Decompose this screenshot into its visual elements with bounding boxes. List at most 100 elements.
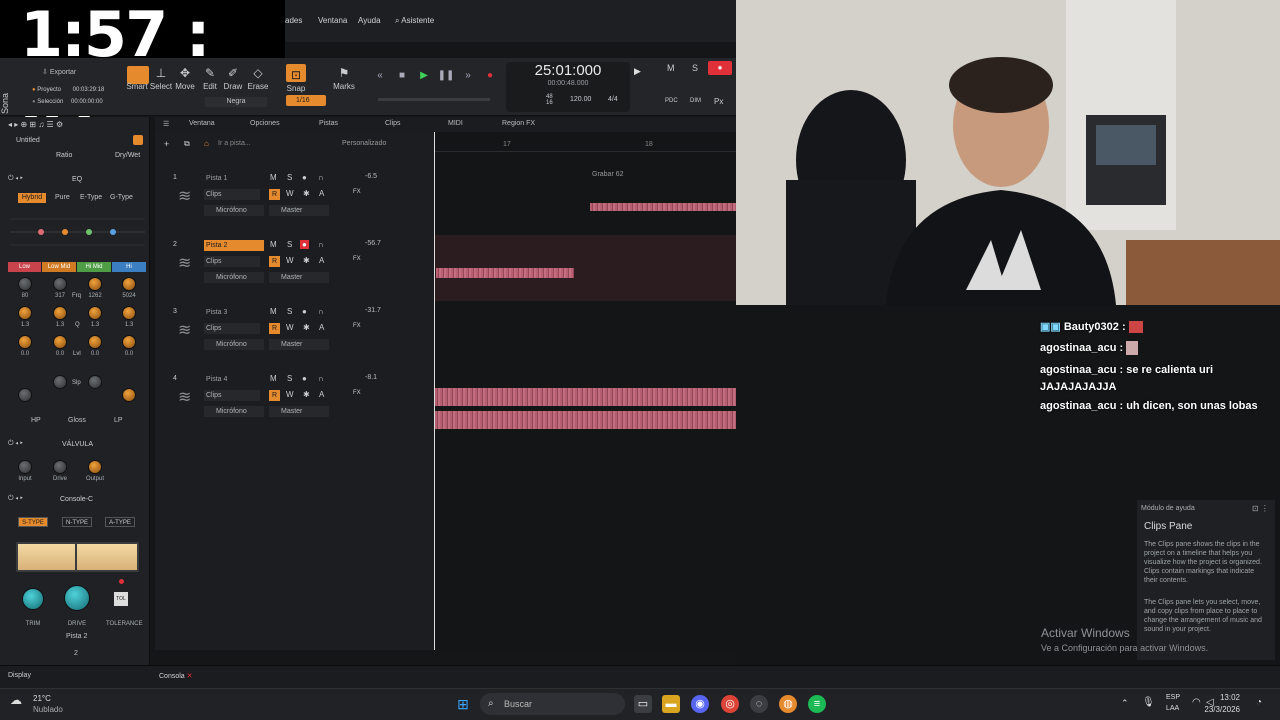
fx-button[interactable]: FX [353, 256, 361, 262]
tool-draw[interactable]: ✐ Draw [221, 64, 245, 91]
mute-button[interactable]: M [270, 307, 277, 316]
record-arm-button[interactable]: ● [300, 240, 309, 249]
track-row-4[interactable]: 4 Pista 4 M S ● ∩ -8.1 ≋ Clips R W ✱ A F… [160, 371, 420, 437]
record-button[interactable]: ● [481, 68, 499, 84]
eq-mode-etype[interactable]: E-Type [80, 194, 102, 201]
views-menu-regionfx[interactable]: Region FX [502, 120, 535, 127]
track-row-3[interactable]: 3 Pista 3 M S ● ∩ -31.7 ≋ Clips R W ✱ A … [160, 304, 420, 370]
mute-all-button[interactable]: M [667, 63, 675, 73]
archive-button[interactable]: A [319, 189, 324, 198]
tolerance-button[interactable]: TOL [114, 592, 128, 606]
mute-button[interactable]: M [270, 374, 277, 383]
rewind-button[interactable]: « [371, 68, 389, 84]
valvula-output-knob[interactable] [88, 460, 102, 474]
output-select[interactable]: Master [269, 339, 329, 350]
weather-icon[interactable]: ☁ [10, 693, 22, 707]
console-close-icon[interactable]: ✕ [187, 673, 193, 680]
output-select[interactable]: Master [269, 406, 329, 417]
fast-forward-button[interactable]: » [459, 68, 477, 84]
himid-lvl-knob[interactable] [88, 335, 102, 349]
menu-item-ades[interactable]: ades [285, 16, 302, 25]
timeline-ruler[interactable] [435, 138, 736, 152]
help-close-icon[interactable]: ⊡ ⋮ [1252, 504, 1269, 513]
weather-temp[interactable]: 21°C [33, 694, 51, 703]
clips-select[interactable]: Clips [204, 256, 260, 267]
add-track-icon[interactable]: + [164, 139, 169, 149]
mute-button[interactable]: M [270, 240, 277, 249]
px-button[interactable]: Px [714, 97, 723, 106]
language-2[interactable]: LAA [1166, 705, 1179, 712]
band-lowmid[interactable]: Low Mid [42, 262, 76, 272]
hi-slope-knob[interactable] [88, 375, 102, 389]
eq-mode-gtype[interactable]: G-Type [110, 194, 133, 201]
fx-button[interactable]: FX [353, 189, 361, 195]
note-value-select[interactable]: Negra [205, 97, 267, 107]
eq-node-lowmid[interactable] [62, 229, 68, 235]
task-view-icon[interactable]: ▭ [634, 695, 652, 713]
discord-icon[interactable]: ◉ [691, 695, 709, 713]
drive-knob[interactable] [64, 585, 90, 611]
tray-chevron-icon[interactable]: ⌃ [1121, 698, 1129, 709]
input-select[interactable]: Micrófono [204, 272, 264, 283]
write-automation-button[interactable]: W [286, 323, 294, 332]
write-automation-button[interactable]: W [286, 189, 294, 198]
record-arm-all-button[interactable]: ● [708, 61, 732, 75]
play-small-icon[interactable]: ▶ [634, 66, 641, 77]
clip-waveform-track-2[interactable] [436, 268, 574, 278]
band-low[interactable]: Low [8, 262, 41, 272]
monitor-icon[interactable]: ∩ [318, 374, 324, 383]
trim-knob[interactable] [22, 588, 44, 610]
lp-knob[interactable] [122, 388, 136, 402]
file-explorer-icon[interactable]: ▬ [662, 695, 680, 713]
notification-icon[interactable]: ◔ [1256, 697, 1262, 708]
valvula-drive-knob[interactable] [53, 460, 67, 474]
console-s-type[interactable]: S-TYPE [18, 517, 48, 527]
track-name[interactable]: Pista 1 [204, 173, 264, 184]
band-himid[interactable]: Hi Mid [77, 262, 111, 272]
tool-edit[interactable]: ✎ Edit [198, 64, 222, 91]
input-select[interactable]: Micrófono [204, 339, 264, 350]
track-preset-select[interactable]: Personalizado [342, 140, 386, 147]
lowmid-q-knob[interactable] [53, 306, 67, 320]
solo-button[interactable]: S [287, 307, 292, 316]
write-automation-button[interactable]: W [286, 256, 294, 265]
tool-move[interactable]: ✥ Move [173, 64, 197, 91]
gloss-label[interactable]: Gloss [68, 417, 86, 424]
chrome-icon[interactable]: ◎ [721, 695, 739, 713]
snap-value-button[interactable]: 1/16 [286, 95, 326, 106]
taskbar-search[interactable] [480, 693, 625, 715]
freeze-icon[interactable]: ✱ [303, 390, 310, 399]
language-1[interactable]: ESP [1166, 694, 1180, 701]
menu-item-ventana[interactable]: Ventana [318, 16, 347, 25]
output-select[interactable]: Master [269, 272, 329, 283]
playhead[interactable] [434, 132, 435, 650]
low-q-knob[interactable] [18, 306, 32, 320]
freeze-icon[interactable]: ✱ [303, 323, 310, 332]
views-menu-pistas[interactable]: Pistas [319, 120, 338, 127]
fx-button[interactable]: FX [353, 390, 361, 396]
duplicate-track-icon[interactable]: ⧉ [184, 139, 190, 149]
lowmid-freq-knob[interactable] [53, 277, 67, 291]
views-menu-opciones[interactable]: Opciones [250, 120, 280, 127]
solo-all-button[interactable]: S [692, 63, 698, 73]
track-name[interactable]: Pista 4 [204, 374, 264, 385]
export-button[interactable]: ⇩ Exportar [42, 68, 76, 76]
solo-button[interactable]: S [287, 374, 292, 383]
views-menu-ventana[interactable]: Ventana [189, 120, 215, 127]
cakewalk-icon[interactable]: ◍ [779, 695, 797, 713]
views-menu-clips[interactable]: Clips [385, 120, 401, 127]
lp-label[interactable]: LP [114, 417, 123, 424]
loop-slider[interactable] [378, 98, 490, 101]
track-row-1[interactable]: 1 Pista 1 M S ● ∩ -6.5 ≋ Clips R W ✱ A F… [160, 170, 420, 236]
monitor-icon[interactable]: ∩ [318, 173, 324, 182]
views-menu-midi[interactable]: MIDI [448, 120, 463, 127]
goto-track-input[interactable]: Ir a pista... [218, 140, 251, 147]
tempo-value[interactable]: 120.00 [570, 96, 591, 103]
tool-smart[interactable]: ↖ Smart [125, 64, 149, 91]
play-button[interactable]: ▶ [415, 68, 433, 84]
microphone-icon[interactable]: 🎙 [1142, 697, 1155, 708]
track-name[interactable]: Pista 3 [204, 307, 264, 318]
track-row-2[interactable]: 2 Pista 2 M S ● ∩ -56.7 ≋ Clips R W ✱ A … [160, 237, 420, 303]
clips-select[interactable]: Clips [204, 390, 260, 401]
console-tab[interactable]: Consola ✕ [159, 672, 193, 680]
